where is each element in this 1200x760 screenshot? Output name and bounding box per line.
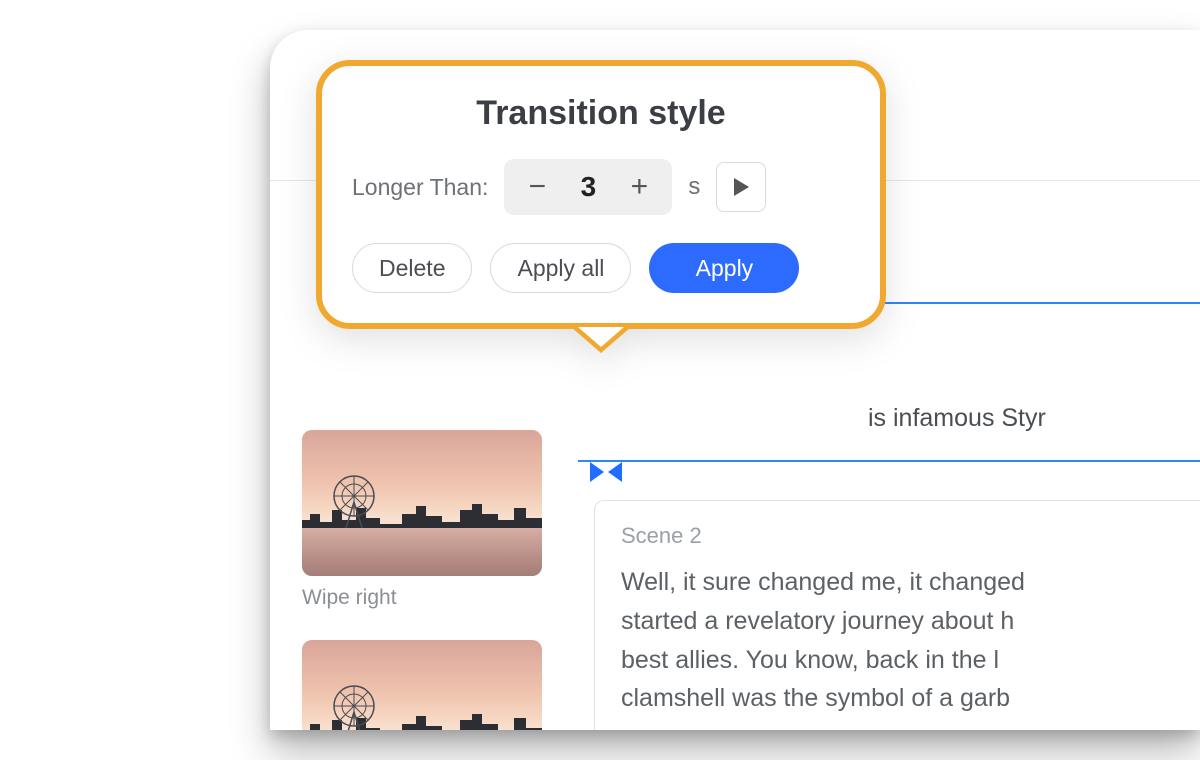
duration-stepper: − 3 +: [504, 159, 672, 215]
transition-thumbnail: [302, 430, 542, 576]
transition-thumb-item[interactable]: [302, 640, 542, 730]
plus-icon: +: [631, 170, 649, 204]
duration-row: Longer Than: − 3 + s: [352, 159, 850, 215]
decrement-button[interactable]: −: [510, 163, 564, 211]
ferris-wheel-graphic: [326, 472, 382, 528]
popover-title: Transition style: [352, 94, 850, 133]
scene1-text-fragment: is infamous Styr: [868, 404, 1046, 433]
duration-unit: s: [688, 173, 700, 201]
scene-body-line: started a revelatory journey about h: [621, 602, 1200, 641]
transition-thumb-item[interactable]: Wipe right: [302, 430, 542, 610]
apply-all-button[interactable]: Apply all: [490, 243, 631, 293]
longer-than-label: Longer Than:: [352, 174, 488, 201]
transition-thumb-list: Wipe right: [302, 430, 542, 730]
transition-thumb-label: Wipe right: [302, 586, 542, 610]
scene-body: Well, it sure changed me, it changed sta…: [621, 563, 1200, 718]
play-icon: [732, 177, 750, 197]
popover-button-row: Delete Apply all Apply: [352, 243, 850, 293]
scene2-card[interactable]: Scene 2 Well, it sure changed me, it cha…: [594, 500, 1200, 730]
transition-thumbnail: [302, 640, 542, 730]
scene-body-line: best allies. You know, back in the l: [621, 641, 1200, 680]
scene-label: Scene 2: [621, 523, 1200, 549]
scene-body-line: clamshell was the symbol of a garb: [621, 679, 1200, 718]
ferris-wheel-graphic: [326, 682, 382, 730]
scene-body-line: Well, it sure changed me, it changed: [621, 563, 1200, 602]
duration-value[interactable]: 3: [564, 171, 612, 203]
preview-play-button[interactable]: [716, 162, 766, 212]
minus-icon: −: [529, 170, 547, 204]
increment-button[interactable]: +: [612, 163, 666, 211]
apply-button[interactable]: Apply: [649, 243, 799, 293]
selection-rule: [578, 460, 1200, 462]
delete-button[interactable]: Delete: [352, 243, 472, 293]
transition-style-popover: Transition style Longer Than: − 3 + s: [316, 60, 886, 329]
popover-tail-icon: [571, 327, 631, 357]
stage: Wipe right: [0, 0, 1200, 760]
